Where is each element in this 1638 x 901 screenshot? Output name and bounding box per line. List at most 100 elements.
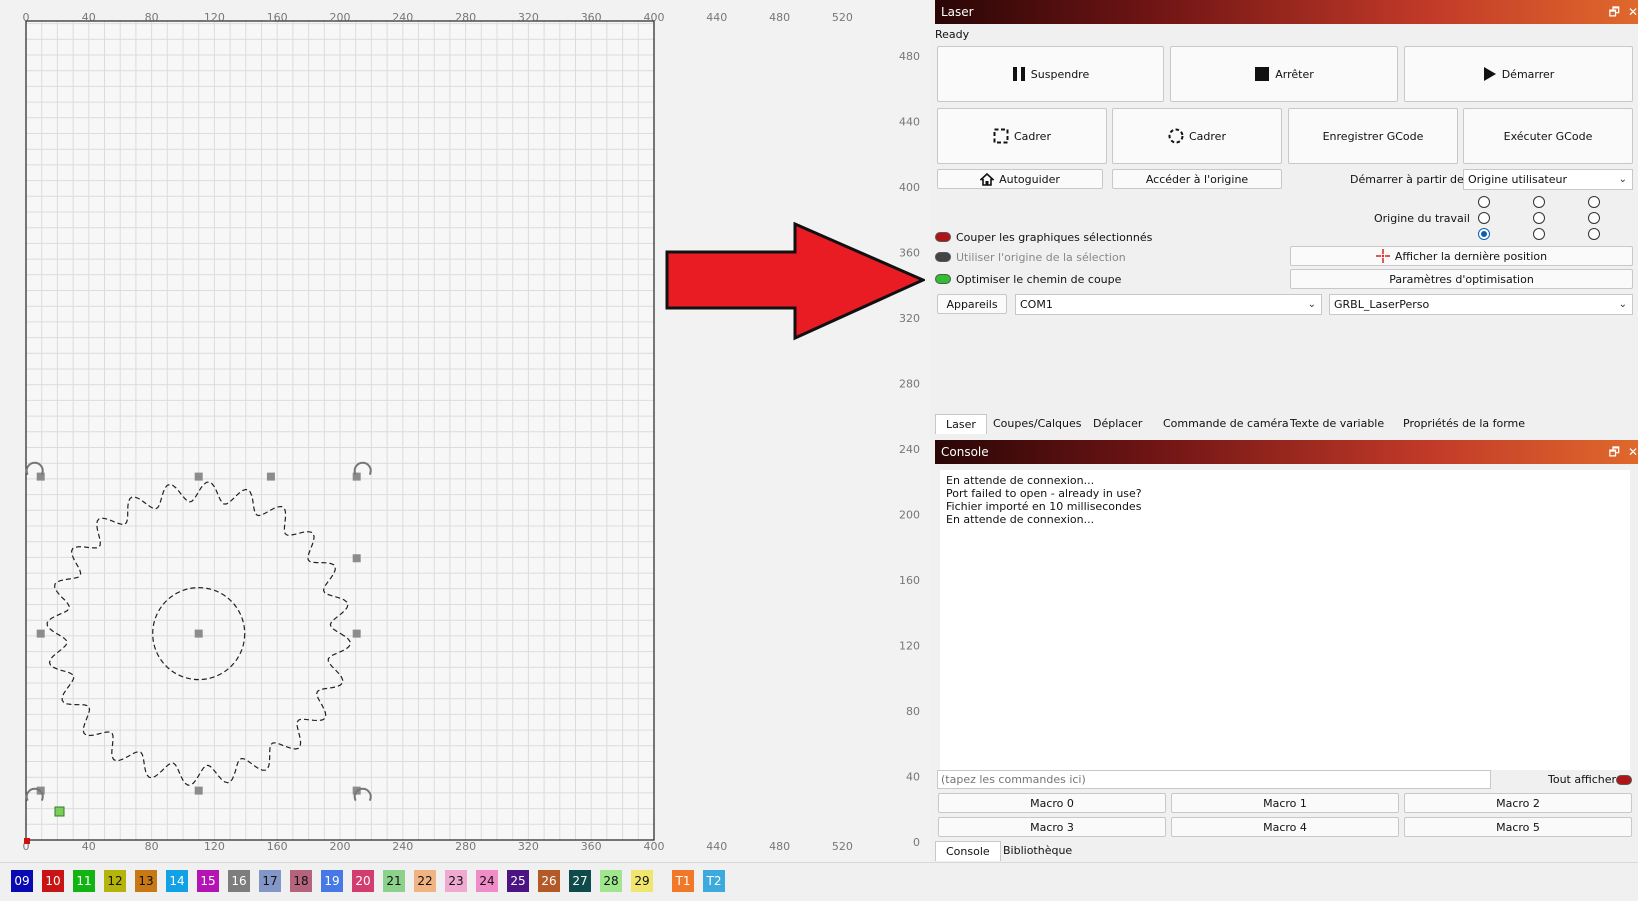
selection-handle [194, 472, 203, 481]
macro-button[interactable]: Macro 1 [1171, 793, 1399, 813]
macro-button[interactable]: Macro 5 [1404, 817, 1632, 837]
close-icon[interactable]: ✕ [1628, 5, 1638, 19]
panel-tab[interactable]: Propriétés de la forme [1393, 414, 1535, 434]
origin-radio[interactable] [1588, 212, 1600, 224]
origin-radio[interactable] [1478, 212, 1490, 224]
layer-color-swatch[interactable]: 17 [259, 870, 281, 892]
y-tick-label: 440 [899, 115, 920, 128]
layer-color-swatch[interactable]: 13 [135, 870, 157, 892]
panel-tab[interactable]: Commande de caméra [1153, 414, 1299, 434]
origin-radio[interactable] [1533, 196, 1545, 208]
y-tick-label: 120 [899, 639, 920, 652]
layer-color-swatch[interactable]: 12 [104, 870, 126, 892]
panel-tab[interactable]: Déplacer [1083, 414, 1152, 434]
layer-color-swatch[interactable]: T2 [703, 870, 725, 892]
console-tab[interactable]: Bibliothèque [993, 841, 1082, 861]
use-selection-origin-toggle[interactable] [935, 252, 951, 262]
layer-color-swatch[interactable]: 18 [290, 870, 312, 892]
run-gcode-button[interactable]: Exécuter GCode [1463, 108, 1633, 164]
layer-color-swatch[interactable]: 29 [631, 870, 653, 892]
laser-panel-title: Laser [941, 5, 974, 19]
layer-color-swatch[interactable]: 27 [569, 870, 591, 892]
origin-radio[interactable] [1588, 196, 1600, 208]
devices-label: Appareils [946, 297, 998, 311]
layer-color-swatch[interactable]: 25 [507, 870, 529, 892]
selection-handle [266, 472, 275, 481]
goto-origin-button[interactable]: Accéder à l'origine [1112, 169, 1282, 189]
origin-radio[interactable] [1533, 228, 1545, 240]
console-line: Port failed to open - already in use? [946, 487, 1142, 500]
frame-button[interactable]: Cadrer [937, 108, 1107, 164]
layer-color-swatch[interactable]: 24 [476, 870, 498, 892]
command-input[interactable] [937, 770, 1491, 789]
start-label: Démarrer [1501, 67, 1555, 81]
design-canvas[interactable]: 0 0 40 40 80 80 120 120 160 160 200 200 240 240 280 280… [0, 0, 931, 862]
layer-color-swatch[interactable]: 15 [197, 870, 219, 892]
panel-tab[interactable]: Laser [935, 414, 987, 434]
origin-radio[interactable] [1533, 212, 1545, 224]
layer-color-swatch[interactable]: 23 [445, 870, 467, 892]
float-icon[interactable]: 🗗 [1609, 445, 1620, 459]
home-button[interactable]: Autoguider [937, 169, 1103, 189]
x-tick-label-top: 80 [145, 11, 159, 24]
layer-color-swatch[interactable]: 10 [42, 870, 64, 892]
frame-label: Cadrer [1014, 129, 1051, 143]
macro-button[interactable]: Macro 2 [1404, 793, 1632, 813]
optimization-settings-button[interactable]: Paramètres d'optimisation [1290, 269, 1633, 289]
x-tick-label-bottom: 280 [455, 840, 476, 853]
layer-color-swatch[interactable]: 26 [538, 870, 560, 892]
layer-color-swatch[interactable]: 19 [321, 870, 343, 892]
origin-radio[interactable] [1478, 228, 1490, 240]
layer-color-swatch[interactable]: 21 [383, 870, 405, 892]
y-tick-label: 480 [899, 50, 920, 63]
macro-button[interactable]: Macro 4 [1171, 817, 1399, 837]
y-tick-label: 200 [899, 508, 920, 521]
port-select[interactable]: COM1 ⌄ [1015, 294, 1322, 315]
layer-color-swatch[interactable]: 14 [166, 870, 188, 892]
layer-color-swatch[interactable]: 28 [600, 870, 622, 892]
optimization-settings-label: Paramètres d'optimisation [1389, 272, 1534, 286]
float-icon[interactable]: 🗗 [1609, 5, 1620, 19]
close-icon[interactable]: ✕ [1628, 445, 1638, 459]
selection-handle [352, 629, 361, 638]
layer-color-swatch[interactable]: 11 [73, 870, 95, 892]
run-gcode-label: Exécuter GCode [1503, 129, 1593, 143]
canvas-grid[interactable]: 0 0 40 40 80 80 120 120 160 160 200 200 240 240 280 280… [0, 0, 931, 862]
console-tab[interactable]: Console [935, 841, 1001, 861]
selection-handle [36, 472, 45, 481]
console-output[interactable]: En attende de connexion... Port failed t… [940, 470, 1630, 770]
show-all-toggle[interactable] [1616, 775, 1632, 785]
start-button[interactable]: Démarrer [1404, 46, 1633, 102]
device-select[interactable]: GRBL_LaserPerso ⌄ [1329, 294, 1633, 315]
devices-button[interactable]: Appareils [937, 294, 1007, 314]
layer-color-swatch[interactable]: 22 [414, 870, 436, 892]
save-gcode-button[interactable]: Enregistrer GCode [1288, 108, 1458, 164]
chevron-down-icon: ⌄ [1618, 299, 1627, 310]
panel-tab[interactable]: Coupes/Calques [983, 414, 1092, 434]
x-tick-label-top: 160 [267, 11, 288, 24]
console-titlebar: Console 🗗 ✕ [935, 440, 1638, 464]
optimize-path-toggle[interactable] [935, 274, 951, 284]
x-tick-label-top: 40 [82, 11, 96, 24]
x-tick-label-top: 120 [204, 11, 225, 24]
frame-circle-button[interactable]: Cadrer [1112, 108, 1282, 164]
show-last-position-button[interactable]: Afficher la dernière position [1290, 246, 1633, 266]
x-tick-label-top: 320 [518, 11, 539, 24]
macro-button[interactable]: Macro 3 [938, 817, 1166, 837]
selection-handle [36, 629, 45, 638]
suspend-button[interactable]: Suspendre [937, 46, 1164, 102]
origin-radio[interactable] [1478, 196, 1490, 208]
start-from-select[interactable]: Origine utilisateur ⌄ [1463, 169, 1633, 190]
x-tick-label-top: 440 [706, 11, 727, 24]
stop-button[interactable]: Arrêter [1170, 46, 1398, 102]
macro-button[interactable]: Macro 0 [938, 793, 1166, 813]
frame-circle-icon [1168, 128, 1184, 144]
cut-selected-toggle[interactable] [935, 232, 951, 242]
layer-color-swatch[interactable]: 16 [228, 870, 250, 892]
origin-radio[interactable] [1588, 228, 1600, 240]
layer-color-swatch[interactable]: T1 [672, 870, 694, 892]
layer-color-swatch[interactable]: 20 [352, 870, 374, 892]
layer-color-swatch[interactable]: 09 [11, 870, 33, 892]
y-tick-label: 40 [906, 770, 920, 783]
panel-tab[interactable]: Texte de variable [1280, 414, 1394, 434]
